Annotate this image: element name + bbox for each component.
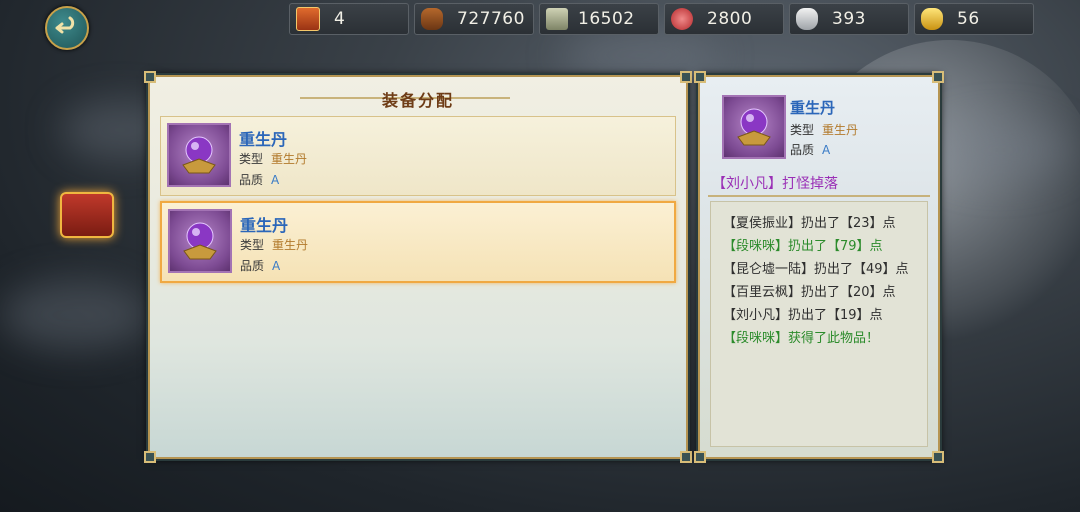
panel-title: 装备分配 <box>381 91 454 110</box>
back-arrow-icon <box>55 16 75 34</box>
detail-item-name: 重生丹 <box>790 99 836 117</box>
panel-corner <box>144 451 156 463</box>
resource-value: 727760 <box>457 9 525 29</box>
detail-quality-row: 品质 A <box>790 141 830 158</box>
resource-token: 4 <box>289 3 409 35</box>
token-icon <box>296 7 320 31</box>
log-line: 【段咪咪】扔出了【79】点 <box>723 239 883 254</box>
panel-corner <box>932 451 944 463</box>
resource-wood: 727760 <box>414 3 534 35</box>
item-quality-row: 品质 A <box>239 171 279 188</box>
item-type-label: 类型 <box>240 238 265 252</box>
item-detail-panel: 重生丹 类型 重生丹 品质 A 【刘小凡】打怪掉落 【夏侯振业】扔出了【23】点 【… <box>694 71 944 463</box>
roll-log: 【夏侯振业】扔出了【23】点 【段咪咪】扔出了【79】点 【昆仑墟一陆】扔出了【… <box>710 201 928 447</box>
resource-value: 2800 <box>707 9 753 29</box>
item-type-row: 类型 重生丹 <box>240 236 308 253</box>
equipment-allocation-panel: 装备分配 重生丹 类型 重生丹 品质 A 重生丹 类型 重生丹 品质 A <box>144 71 692 463</box>
wood-icon <box>421 8 443 30</box>
panel-corner <box>694 451 706 463</box>
panel-corner <box>680 451 692 463</box>
meat-icon <box>671 8 693 30</box>
rebirth-pill-icon <box>167 123 231 187</box>
cloud-decoration <box>0 280 150 350</box>
resource-value: 16502 <box>578 9 635 29</box>
log-line: 【百里云枫】扔出了【20】点 <box>723 285 896 300</box>
item-quality-value: A <box>271 173 280 187</box>
item-type-label: 类型 <box>239 152 264 166</box>
panel-corner <box>144 71 156 83</box>
silver-bars-icon <box>546 8 568 30</box>
list-item[interactable]: 重生丹 类型 重生丹 品质 A <box>160 116 676 196</box>
resource-value: 56 <box>957 9 980 29</box>
item-quality-value: A <box>272 259 281 273</box>
gold-ingot-icon <box>921 8 943 30</box>
treasure-chest-icon[interactable] <box>60 192 114 238</box>
detail-type-value: 重生丹 <box>822 123 859 137</box>
detail-quality-value: A <box>822 143 831 157</box>
resource-meat: 2800 <box>664 3 784 35</box>
resource-gold-ingot: 56 <box>914 3 1034 35</box>
list-item-selected[interactable]: 重生丹 类型 重生丹 品质 A <box>160 201 676 283</box>
drop-source-text: 【刘小凡】打怪掉落 <box>712 176 838 192</box>
detail-type-row: 类型 重生丹 <box>790 121 858 138</box>
item-quality-label: 品质 <box>240 259 265 273</box>
panel-corner <box>680 71 692 83</box>
item-type-value: 重生丹 <box>272 238 309 252</box>
item-quality-label: 品质 <box>239 173 264 187</box>
log-line: 【刘小凡】扔出了【19】点 <box>723 308 883 323</box>
detail-quality-label: 品质 <box>790 143 815 157</box>
divider <box>708 195 930 197</box>
silver-ingot-icon <box>796 8 818 30</box>
resource-value: 393 <box>832 9 866 29</box>
item-type-row: 类型 重生丹 <box>239 150 307 167</box>
item-name: 重生丹 <box>240 216 289 235</box>
panel-corner <box>694 71 706 83</box>
resource-silver-bars: 16502 <box>539 3 659 35</box>
log-line: 【夏侯振业】扔出了【23】点 <box>723 216 896 231</box>
panel-corner <box>932 71 944 83</box>
log-line: 【段咪咪】获得了此物品！ <box>723 331 880 346</box>
resource-value: 4 <box>334 9 346 29</box>
cloud-decoration <box>930 120 1070 180</box>
detail-type-label: 类型 <box>790 123 815 137</box>
item-name: 重生丹 <box>239 130 288 149</box>
rebirth-pill-icon <box>722 95 786 159</box>
rebirth-pill-icon <box>168 209 232 273</box>
back-button[interactable] <box>45 6 89 50</box>
item-quality-row: 品质 A <box>240 257 280 274</box>
log-line: 【昆仑墟一陆】扔出了【49】点 <box>723 262 909 277</box>
item-type-value: 重生丹 <box>271 152 308 166</box>
resource-silver-ingot: 393 <box>789 3 909 35</box>
